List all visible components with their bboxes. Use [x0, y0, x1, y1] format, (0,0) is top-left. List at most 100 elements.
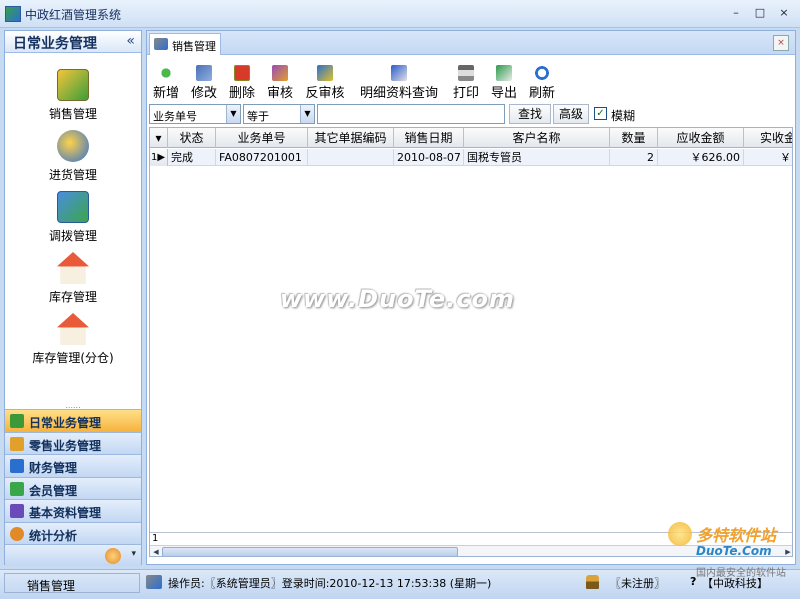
cell-customer[interactable]: 国税专管员: [464, 149, 610, 166]
sales-icon: [57, 69, 89, 101]
refresh-icon: [534, 65, 550, 81]
column-header[interactable]: 数量: [610, 128, 658, 148]
detail-query-button[interactable]: 明细资料查询: [355, 63, 443, 101]
cell-qty[interactable]: 2: [610, 149, 658, 166]
advanced-button[interactable]: 高级: [553, 104, 589, 124]
tab-label: 销售管理: [172, 40, 216, 53]
tab-close-icon[interactable]: ×: [773, 35, 789, 51]
column-header[interactable]: 销售日期: [394, 128, 464, 148]
sales-grid: ▾ 状态 业务单号 其它单据编码 销售日期 客户名称 数量 应收金额 实收金额 …: [149, 127, 793, 557]
lock-icon: [586, 575, 599, 589]
print-button-label: 打印: [452, 86, 479, 101]
add-button-label: 新增: [152, 86, 179, 101]
fuzzy-checkbox[interactable]: ✓: [594, 107, 607, 120]
chevron-down-icon[interactable]: ▼: [300, 105, 314, 123]
chevron-down-icon[interactable]: ▼: [226, 105, 240, 123]
search-input[interactable]: [317, 104, 505, 124]
print-button[interactable]: 打印: [451, 63, 481, 101]
row-index: 1: [151, 152, 158, 163]
chevron-down-icon[interactable]: ▾: [131, 549, 136, 559]
export-icon: [496, 65, 512, 81]
cell-date[interactable]: 2010-08-07: [394, 149, 464, 166]
finance-icon: [10, 459, 24, 473]
status-registration[interactable]: 〖未注册〗: [610, 575, 665, 591]
close-button[interactable]: ×: [774, 4, 794, 22]
unaudit-button[interactable]: 反审核: [303, 63, 347, 101]
nav-panel: 日常业务管理 « 销售管理 进货管理 调拨管理 库存管理 库存管理(分仓) ..…: [4, 30, 142, 566]
unaudit-icon: [317, 65, 333, 81]
audit-button[interactable]: 审核: [265, 63, 295, 101]
tab-sales[interactable]: 销售管理: [149, 33, 221, 55]
nav-group-member[interactable]: 会员管理: [5, 476, 141, 499]
stock-branch-icon: [57, 313, 89, 345]
nav-group-retail[interactable]: 零售业务管理: [5, 431, 141, 454]
duote-logo-watermark: 多特软件站 DuoTe.Com 国内最安全的软件站: [668, 522, 796, 579]
site-watermark: www.DuoTe.com: [280, 285, 515, 313]
export-button[interactable]: 导出: [489, 63, 519, 101]
table-row[interactable]: 1▶ 完成 FA0807201001 2010-08-07 国税专管员 2 ￥6…: [150, 149, 792, 166]
scroll-thumb[interactable]: [162, 547, 458, 556]
statistics-icon: [10, 526, 24, 541]
audit-icon: [272, 65, 288, 81]
nav-item-transfer[interactable]: 调拨管理: [5, 191, 141, 247]
nav-item-label: 库存管理(分仓): [32, 351, 114, 365]
cell-received[interactable]: ￥: [744, 149, 792, 166]
column-header[interactable]: 状态: [168, 128, 216, 148]
people-icon[interactable]: [105, 548, 121, 564]
status-module: 销售管理: [4, 573, 140, 593]
transfer-icon: [57, 191, 89, 223]
cell-order-no[interactable]: FA0807201001: [216, 149, 308, 166]
nav-group-basic-data[interactable]: 基本资料管理: [5, 499, 141, 522]
column-header[interactable]: 其它单据编码: [308, 128, 394, 148]
nav-group-label: 统计分析: [29, 528, 78, 543]
minimize-button[interactable]: –: [726, 4, 746, 22]
grid-header: ▾ 状态 业务单号 其它单据编码 销售日期 客户名称 数量 应收金额 实收金额: [150, 128, 792, 148]
column-header[interactable]: 实收金额: [744, 128, 792, 148]
edit-button-label: 修改: [190, 86, 217, 101]
column-header[interactable]: 客户名称: [464, 128, 610, 148]
nav-group-daily[interactable]: 日常业务管理: [5, 409, 141, 432]
logo-text-main: 多特软件站: [696, 526, 777, 545]
search-button[interactable]: 查找: [509, 104, 551, 124]
retail-icon: [10, 436, 24, 451]
title-bar: 中政红酒管理系统 – □ ×: [0, 0, 800, 28]
nav-item-stock[interactable]: 库存管理: [5, 252, 141, 308]
edit-button[interactable]: 修改: [189, 63, 219, 101]
audit-button-label: 审核: [266, 86, 293, 101]
cell-other-code[interactable]: [308, 149, 394, 166]
delete-button-label: 删除: [228, 86, 255, 101]
refresh-button[interactable]: 刷新: [527, 63, 557, 101]
nav-item-stock-branch[interactable]: 库存管理(分仓): [5, 313, 141, 369]
filter-operator-select[interactable]: 等于 ▼: [243, 104, 315, 124]
column-header[interactable]: 业务单号: [216, 128, 308, 148]
print-icon: [458, 65, 474, 81]
maximize-button[interactable]: □: [750, 4, 770, 22]
nav-group-overflow: ▾: [5, 544, 141, 566]
filter-field-select[interactable]: 业务单号 ▼: [149, 104, 241, 124]
add-button[interactable]: 新增: [151, 63, 181, 101]
nav-item-purchase[interactable]: 进货管理: [5, 130, 141, 186]
row-indicator[interactable]: 1▶: [150, 149, 168, 166]
nav-group-label: 日常业务管理: [29, 416, 102, 430]
row-header-corner[interactable]: ▾: [150, 128, 168, 148]
nav-header: 日常业务管理 «: [5, 31, 141, 53]
collapse-icon[interactable]: «: [126, 33, 135, 49]
status-login-info: 操作员:〖系统管理员〗登录时间:2010-12-13 17:53:38 (星期一…: [168, 577, 492, 590]
nav-group-statistics[interactable]: 统计分析: [5, 521, 141, 544]
toolbar: 新增 修改 删除 审核 反审核 明细资料查询 打印 导出 刷新: [147, 63, 795, 103]
nav-group-label: 基本资料管理: [29, 506, 102, 520]
nav-item-label: 进货管理: [48, 168, 97, 182]
nav-item-label: 调拨管理: [48, 229, 97, 243]
cell-receivable[interactable]: ￥626.00: [658, 149, 744, 166]
delete-icon: [234, 65, 250, 81]
scroll-left-icon[interactable]: ◀: [150, 546, 162, 556]
nav-item-sales[interactable]: 销售管理: [5, 69, 141, 125]
nav-group-finance[interactable]: 财务管理: [5, 454, 141, 477]
detail-query-button-label: 明细资料查询: [359, 86, 438, 101]
column-header[interactable]: 应收金额: [658, 128, 744, 148]
cell-status[interactable]: 完成: [168, 149, 216, 166]
tab-icon: [154, 38, 168, 50]
sun-logo-icon: [668, 522, 692, 546]
delete-button[interactable]: 删除: [227, 63, 257, 101]
refresh-button-label: 刷新: [528, 86, 555, 101]
